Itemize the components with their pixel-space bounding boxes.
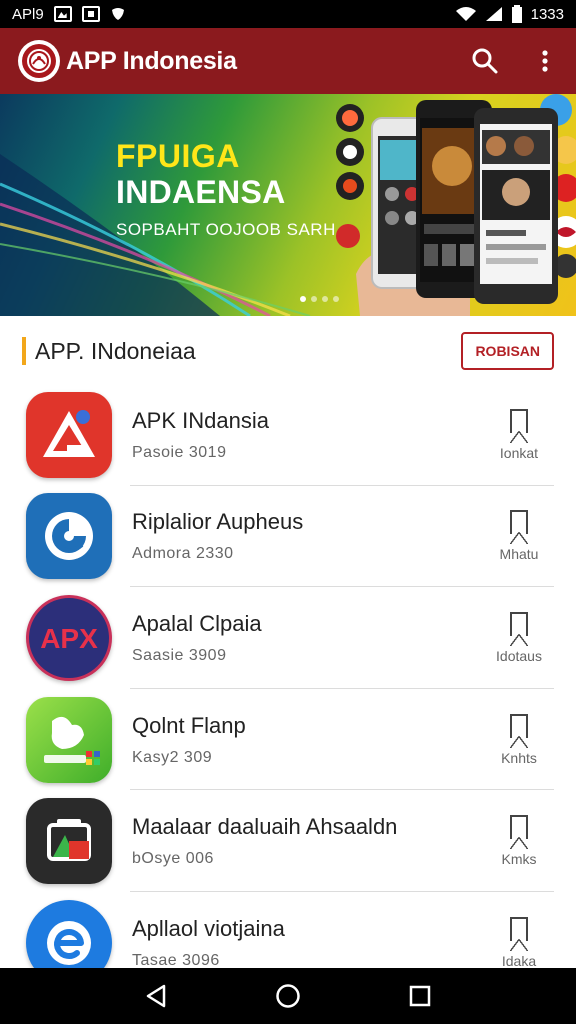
signal-icon — [485, 7, 502, 21]
status-carrier-text: APl9 — [12, 5, 44, 23]
bookmark-icon — [510, 815, 528, 850]
system-nav-bar — [0, 968, 576, 1024]
banner-background-graphic — [0, 94, 576, 316]
section-accent-bar — [22, 337, 26, 365]
bookmark-label: Ionkat — [499, 444, 539, 461]
bookmark-label: Knhts — [501, 749, 537, 766]
app-subtitle: Pasoie 3019 — [132, 443, 227, 461]
bookmark-label: Idotaus — [496, 647, 542, 664]
app-name: Maalaar daaluaih Ahsaaldn — [132, 814, 398, 840]
bookmark-icon — [510, 611, 528, 646]
bird-app-icon — [26, 696, 112, 783]
home-button[interactable] — [268, 976, 308, 1016]
pagination-dot[interactable] — [300, 296, 306, 302]
bookmark-label: Idaka — [501, 952, 537, 969]
bookmark-button[interactable]: Ionkat — [474, 408, 564, 461]
section-header: APP. INdoneiaa ROBISAN — [0, 318, 576, 384]
search-button[interactable] — [470, 46, 500, 76]
bookmark-icon — [510, 916, 528, 951]
app-name: APK INdansia — [132, 407, 269, 433]
recents-square-icon — [409, 985, 431, 1007]
status-bar: APl9 1333 — [0, 0, 576, 28]
bookmark-button[interactable]: Idotaus — [474, 611, 564, 664]
more-options-button[interactable] — [530, 46, 560, 76]
list-item[interactable]: APX Apalal Clpaia Saasie 3909 Idotaus — [0, 587, 576, 689]
bookmark-button[interactable]: Mhatu — [474, 510, 564, 562]
app-name: Apllaol viotjaina — [132, 915, 285, 941]
bookmark-button[interactable]: Idaka — [474, 916, 564, 969]
back-button[interactable] — [136, 976, 176, 1016]
more-vert-icon — [542, 50, 548, 72]
banner-pagination[interactable] — [300, 296, 339, 302]
bookmark-button[interactable]: Knhts — [474, 713, 564, 766]
app-name: Apalal Clpaia — [132, 610, 262, 636]
app-name: Riplalior Aupheus — [132, 509, 304, 535]
pagination-dot[interactable] — [322, 296, 328, 302]
bookmark-button[interactable]: Kmks — [474, 815, 564, 867]
banner-subheadline: INDAENSA — [116, 174, 286, 210]
home-circle-icon — [276, 984, 300, 1008]
triangle-app-icon — [26, 391, 112, 478]
search-icon — [472, 48, 498, 74]
shield-notification-icon — [111, 8, 124, 20]
app-list: APK INdansia Pasoie 3019 Ionkat Riplalio… — [0, 384, 576, 994]
battery-icon — [511, 5, 522, 23]
apx-app-icon: APX — [26, 594, 112, 681]
app-notification-icon — [81, 6, 100, 22]
status-time: 1333 — [530, 5, 564, 23]
app-logo-icon — [18, 40, 60, 82]
gallery-notification-icon — [53, 6, 72, 22]
app-bar: APP Indonesia — [0, 28, 576, 94]
list-item[interactable]: Riplalior Aupheus Admora 2330 Mhatu — [0, 486, 576, 588]
section-title: APP. INdoneiaa — [35, 337, 196, 364]
bookmark-icon — [510, 408, 528, 443]
wifi-icon — [455, 7, 476, 21]
app-subtitle: bOsye 006 — [132, 850, 214, 868]
bookmark-icon — [510, 510, 528, 545]
svg-text:APX: APX — [40, 623, 98, 654]
bookmark-icon — [510, 713, 528, 748]
list-item[interactable]: Maalaar daaluaih Ahsaaldn bOsye 006 Kmks — [0, 790, 576, 892]
bookmark-label: Kmks — [501, 851, 537, 868]
list-item[interactable]: APK INdansia Pasoie 3019 Ionkat — [0, 384, 576, 486]
recents-button[interactable] — [400, 976, 440, 1016]
promo-banner[interactable]: FPUIGA INDAENSA SOPBAHT OOJOOB SARH — [0, 94, 576, 316]
app-name: Qolnt Flanp — [132, 712, 246, 738]
swirl-app-icon — [26, 493, 112, 580]
banner-tagline: SOPBAHT OOJOOB SARH — [116, 220, 336, 239]
bookmark-label: Mhatu — [499, 546, 539, 563]
app-subtitle: Admora 2330 — [132, 545, 234, 563]
app-title: APP Indonesia — [66, 46, 237, 75]
list-item[interactable]: Qolnt Flanp Kasy2 309 Knhts — [0, 689, 576, 791]
app-subtitle: Kasy2 309 — [132, 748, 213, 766]
folder-app-icon — [26, 798, 112, 885]
pagination-dot[interactable] — [311, 296, 317, 302]
section-action-button[interactable]: ROBISAN — [461, 332, 554, 370]
pagination-dot[interactable] — [333, 296, 339, 302]
back-triangle-icon — [146, 984, 166, 1008]
app-subtitle: Saasie 3909 — [132, 646, 227, 664]
banner-headline: FPUIGA — [116, 138, 240, 174]
